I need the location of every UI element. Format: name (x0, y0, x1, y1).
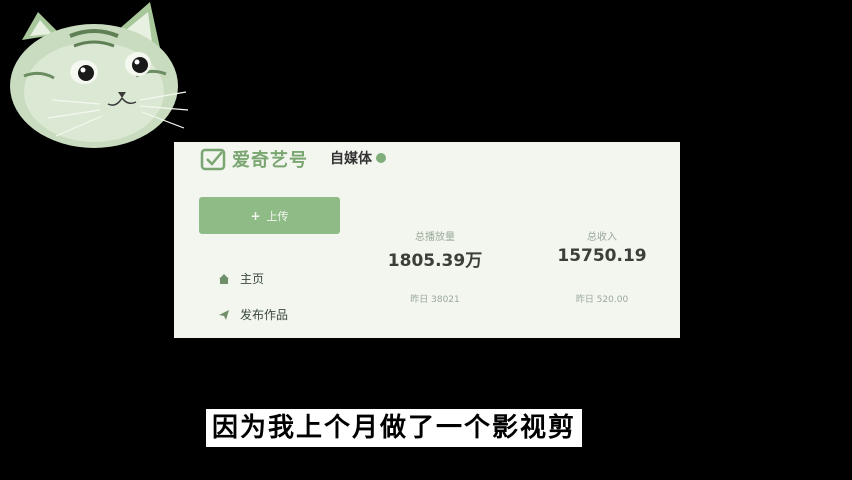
check-box-logo-icon (200, 148, 226, 171)
send-icon (219, 309, 229, 320)
stat-label: 总播放量 (415, 232, 455, 243)
account-type-label: 自媒体 (330, 151, 372, 167)
video-subtitle: 因为我上个月做了一个影视剪 (206, 409, 583, 447)
sidebar-item-label: 发布作品 (240, 308, 289, 322)
plus-icon: + (250, 208, 261, 223)
verified-badge-icon (376, 153, 386, 163)
sidebar-item-publish[interactable]: 发布作品 (218, 306, 288, 323)
stat-label: 总收入 (587, 232, 617, 243)
account-type[interactable]: 自媒体 (330, 148, 386, 168)
stat-value: 15750.19 (557, 246, 647, 266)
stat-yesterday: 昨日 520.00 (575, 295, 629, 305)
brand-logo[interactable]: 爱奇艺号 (200, 146, 308, 172)
brand-name: 爱奇艺号 (232, 150, 308, 171)
sidebar-item-label: 主页 (240, 272, 265, 286)
upload-button-label: 上传 (266, 209, 289, 223)
dashboard-panel: 爱奇艺号 自媒体 + 上传 主页 发布作品 总播放量 1805.39万 昨日 3… (174, 142, 680, 338)
cat-sticker-image (10, 2, 189, 148)
upload-button[interactable]: + 上传 (199, 197, 340, 234)
home-icon (219, 273, 229, 284)
stat-yesterday: 昨日 38021 (410, 295, 460, 305)
sidebar-item-home[interactable]: 主页 (218, 270, 264, 287)
stat-value: 1805.39万 (387, 251, 483, 271)
